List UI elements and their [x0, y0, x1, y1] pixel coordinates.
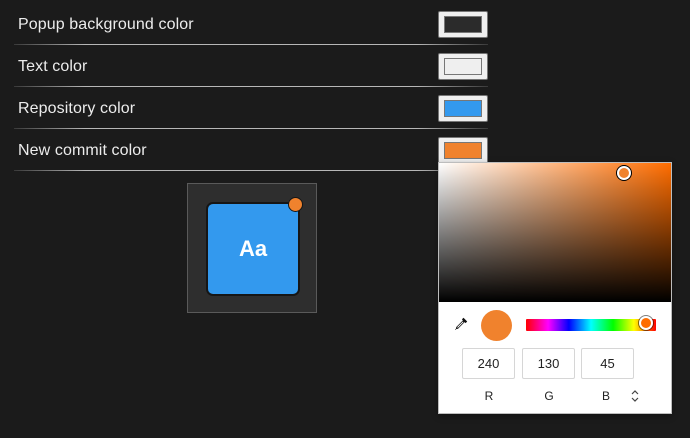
red-input[interactable]: 240 [462, 348, 515, 379]
current-color-swatch [481, 310, 512, 341]
setting-label: Popup background color [18, 16, 194, 33]
green-input[interactable]: 130 [522, 348, 575, 379]
hue-slider[interactable] [526, 319, 656, 331]
color-picker-popup: 240 130 45 R G B [438, 162, 672, 414]
color-swatch [444, 16, 482, 33]
color-swatch [444, 142, 482, 159]
blue-input[interactable]: 45 [581, 348, 634, 379]
hue-slider-handle[interactable] [639, 316, 653, 330]
eyedropper-icon[interactable] [453, 316, 469, 332]
color-swatch [444, 100, 482, 117]
setting-row-popup-background: Popup background color [14, 3, 488, 45]
blue-label: B [601, 389, 610, 403]
saturation-value-area[interactable] [439, 163, 671, 302]
setting-label: Text color [18, 58, 88, 75]
text-color-button[interactable] [438, 53, 488, 80]
divider [14, 170, 488, 171]
setting-row-new-commit-color: New commit color [14, 129, 488, 171]
setting-label: Repository color [18, 100, 136, 117]
repository-color-button[interactable] [438, 95, 488, 122]
repository-tile-preview: Aa [206, 202, 300, 296]
preview-box: Aa [187, 183, 317, 313]
new-commit-color-button[interactable] [438, 137, 488, 164]
up-down-arrows-icon[interactable] [629, 389, 641, 403]
setting-row-repository-color: Repository color [14, 87, 488, 129]
saturation-value-handle[interactable] [617, 166, 631, 180]
new-commit-indicator [288, 197, 303, 212]
color-swatch [444, 58, 482, 75]
setting-row-text-color: Text color [14, 45, 488, 87]
sample-text: Aa [238, 236, 268, 261]
green-label: G [544, 389, 554, 403]
red-label: R [484, 389, 494, 403]
setting-label: New commit color [18, 142, 147, 159]
popup-background-color-button[interactable] [438, 11, 488, 38]
